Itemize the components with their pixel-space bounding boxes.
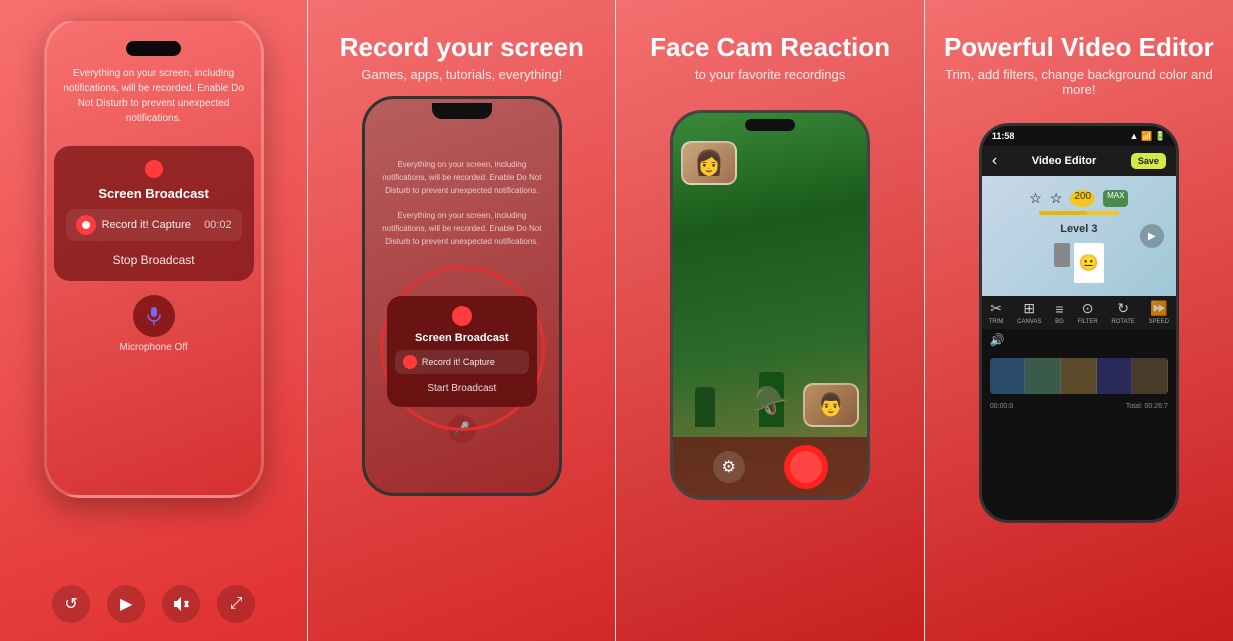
game-screen: 👩 🪖 👨 ⚙	[673, 113, 867, 497]
timeline-labels: 00:00:0 Total: 00:26:7	[982, 401, 1176, 412]
mute-icon[interactable]	[162, 585, 200, 623]
phone-notch-3	[745, 119, 795, 131]
game-platforms: 😐	[1054, 243, 1104, 283]
game-controls-bar: ⚙	[673, 437, 867, 497]
timeline-strip[interactable]	[990, 358, 1168, 394]
status-time: 11:58	[992, 131, 1015, 141]
record-timer: 00:02	[204, 219, 232, 231]
timeline-seg-1	[990, 358, 1026, 394]
broadcast-popup: Screen Broadcast Record it! Capture Star…	[387, 296, 537, 407]
phone-mockup-1: Everything on your screen, including not…	[44, 18, 264, 498]
record-dot-icon	[145, 160, 163, 178]
record-label: Record it! Capture	[102, 219, 191, 231]
popup-rec-icon	[452, 306, 472, 326]
panel-4-subtitle: Trim, add filters, change background col…	[939, 67, 1219, 97]
back-button[interactable]: ‹	[992, 152, 997, 170]
timeline-end: Total: 00:26:7	[1126, 403, 1168, 410]
panel-screen-broadcast: Everything on your screen, including not…	[0, 0, 307, 641]
screen-info-text: Everything on your screen, includingnoti…	[377, 159, 547, 249]
panel-3-subtitle: to your favorite recordings	[695, 67, 845, 82]
popup-row-icon	[403, 355, 417, 369]
audio-row: 🔊	[982, 329, 1176, 351]
editor-nav: ‹ Video Editor Save	[982, 146, 1176, 176]
settings-button[interactable]: ⚙	[713, 451, 745, 483]
editor-title: Video Editor	[1032, 155, 1097, 167]
game-character: 🪖	[753, 384, 788, 417]
popup-record-row[interactable]: Record it! Capture	[395, 350, 529, 374]
timeline-seg-5	[1132, 358, 1168, 394]
preview-stars: ☆☆200MAX	[1029, 190, 1128, 207]
panel-2-title: Record your screen	[340, 32, 584, 63]
editor-preview: ☆☆200MAX Level 3 😐 ▶	[982, 176, 1176, 296]
restart-icon[interactable]: ↺	[52, 585, 90, 623]
phone-info-text: Everything on your screen, including not…	[61, 66, 247, 126]
bottom-controls: ↺ ▶ ⤢	[44, 579, 264, 623]
record-button-big[interactable]	[784, 445, 828, 489]
broadcast-overlay: Screen Broadcast Record it! Capture Star…	[382, 296, 542, 443]
face-cam-overlay-top: 👩	[681, 141, 737, 185]
timeline-seg-4	[1097, 358, 1133, 394]
timeline[interactable]	[982, 351, 1176, 401]
toolbar: ✂ TRIM ⊞ CANVAS ≡ BG ⊙ FILTER ↻ ROTATE ⏩…	[982, 296, 1176, 329]
screen-broadcast-label: Screen Broadcast	[98, 186, 209, 201]
phone-notch-2	[432, 103, 492, 119]
mic-button[interactable]	[133, 295, 175, 337]
broadcast-icon-row	[145, 160, 163, 178]
panel-4-title: Powerful Video Editor	[944, 32, 1214, 63]
mic-section: Microphone Off	[120, 295, 188, 354]
face-cam-overlay-bottom: 👨	[803, 383, 859, 427]
mic-btn-small[interactable]: 🎤	[448, 415, 476, 443]
bg-tool[interactable]: ≡ BG	[1055, 301, 1064, 325]
preview-content: ☆☆200MAX Level 3 😐	[1029, 190, 1128, 283]
expand-icon[interactable]: ⤢	[217, 585, 255, 623]
panel-record-screen: Record your screen Games, apps, tutorial…	[308, 0, 615, 641]
filter-tool[interactable]: ⊙ FILTER	[1077, 300, 1097, 325]
record-button-inner	[790, 451, 822, 483]
rotate-tool[interactable]: ↻ ROTATE	[1111, 300, 1134, 325]
panel-video-editor: Powerful Video Editor Trim, add filters,…	[925, 0, 1233, 641]
broadcast-card: Screen Broadcast Record it! Capture 00:0…	[54, 146, 254, 281]
record-it-left: Record it! Capture	[76, 215, 191, 235]
phone-mockup-2: Everything on your screen, includingnoti…	[362, 96, 562, 496]
stop-broadcast-button[interactable]: Stop Broadcast	[113, 249, 195, 271]
popup-title: Screen Broadcast	[415, 332, 509, 344]
speed-tool[interactable]: ⏩ SPEED	[1149, 300, 1169, 325]
timeline-start: 00:00:0	[990, 403, 1013, 410]
timeline-seg-3	[1061, 358, 1097, 394]
phone-mockup-4: 11:58 ▲ 📶 🔋 ‹ Video Editor Save ☆☆200MAX…	[979, 123, 1179, 523]
trim-tool[interactable]: ✂ TRIM	[989, 300, 1004, 325]
phone-mockup-3: 👩 🪖 👨 ⚙	[670, 110, 870, 500]
panel-face-cam: Face Cam Reaction to your favorite recor…	[616, 0, 923, 641]
progress-bar	[1039, 211, 1119, 215]
save-button[interactable]: Save	[1131, 153, 1166, 169]
start-broadcast-button[interactable]: Start Broadcast	[427, 380, 496, 397]
record-it-icon	[76, 215, 96, 235]
panel-3-title: Face Cam Reaction	[650, 32, 890, 63]
canvas-tool[interactable]: ⊞ CANVAS	[1017, 300, 1041, 325]
level-text: Level 3	[1060, 223, 1097, 235]
popup-row-label: Record it! Capture	[422, 357, 495, 367]
timeline-seg-2	[1025, 358, 1061, 394]
mic-label: Microphone Off	[120, 341, 188, 354]
status-bar-4: 11:58 ▲ 📶 🔋	[982, 126, 1176, 146]
play-icon[interactable]: ▶	[107, 585, 145, 623]
record-it-row[interactable]: Record it! Capture 00:02	[66, 209, 242, 241]
phone-notch	[126, 41, 181, 56]
volume-icon[interactable]: 🔊	[990, 333, 1005, 347]
panel-2-subtitle: Games, apps, tutorials, everything!	[361, 67, 562, 82]
play-button[interactable]: ▶	[1140, 224, 1164, 248]
